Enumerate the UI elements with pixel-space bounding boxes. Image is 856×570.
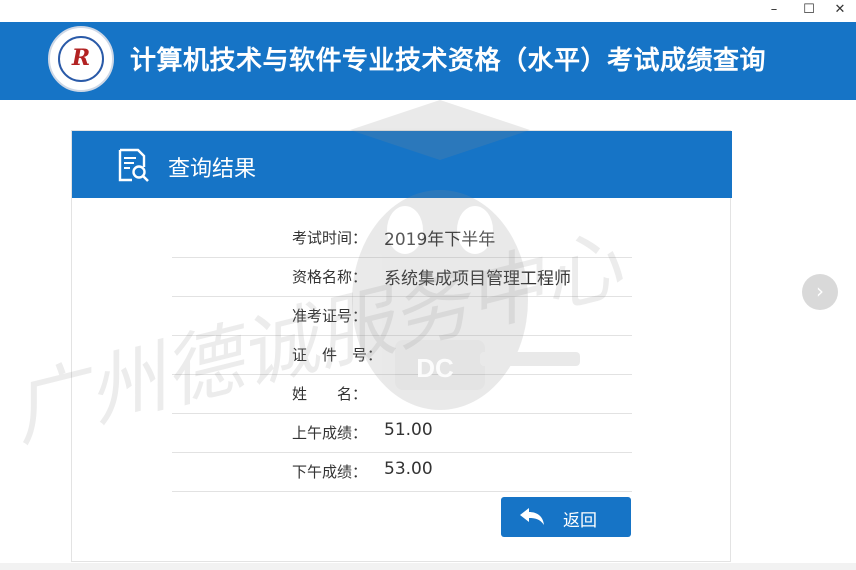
result-card: 查询结果 考试时间： 2019年下半年 资格名称： 系统集成项目管理工程师 准考… bbox=[71, 130, 732, 562]
bottom-strip bbox=[0, 563, 856, 570]
card-header: 查询结果 bbox=[72, 131, 732, 198]
row-label: 姓 名： bbox=[292, 385, 368, 403]
row-label: 准考证号： bbox=[292, 307, 368, 325]
row-value: 系统集成项目管理工程师 bbox=[384, 269, 571, 289]
row-name: 姓 名： bbox=[172, 375, 632, 414]
row-value: 53.00 bbox=[384, 459, 433, 479]
search-document-icon bbox=[118, 148, 149, 182]
page-title: 计算机技术与软件专业技术资格（水平）考试成绩查询 bbox=[130, 46, 767, 76]
close-button[interactable]: ✕ bbox=[822, 0, 856, 22]
row-label: 上午成绩： bbox=[292, 424, 368, 442]
row-afternoon-score: 下午成绩： 53.00 bbox=[172, 453, 632, 492]
row-morning-score: 上午成绩： 51.00 bbox=[172, 414, 632, 453]
back-button-label: 返回 bbox=[563, 511, 597, 531]
row-qualification: 资格名称： 系统集成项目管理工程师 bbox=[172, 258, 632, 297]
window-titlebar: – ☐ ✕ bbox=[0, 0, 856, 22]
logo-letter: R bbox=[71, 45, 91, 71]
return-arrow-icon bbox=[520, 508, 544, 525]
result-list: 考试时间： 2019年下半年 资格名称： 系统集成项目管理工程师 准考证号： 证… bbox=[172, 219, 632, 492]
row-value: 2019年下半年 bbox=[384, 230, 496, 250]
chevron-right-icon[interactable]: › bbox=[802, 274, 838, 310]
row-id-number: 证 件 号： bbox=[172, 336, 632, 375]
row-label: 资格名称： bbox=[292, 268, 368, 286]
app-header: R 计算机技术与软件专业技术资格（水平）考试成绩查询 bbox=[0, 22, 856, 100]
minimize-button[interactable]: – bbox=[756, 0, 792, 22]
row-label: 考试时间： bbox=[292, 229, 368, 247]
row-admission-number: 准考证号： bbox=[172, 297, 632, 336]
exam-org-seal-icon: R bbox=[48, 26, 114, 92]
card-title: 查询结果 bbox=[168, 157, 257, 182]
row-value: 51.00 bbox=[384, 420, 433, 440]
row-exam-time: 考试时间： 2019年下半年 bbox=[172, 219, 632, 258]
row-label: 证 件 号： bbox=[292, 346, 383, 364]
back-button[interactable]: 返回 bbox=[501, 497, 631, 537]
row-label: 下午成绩： bbox=[292, 463, 368, 481]
